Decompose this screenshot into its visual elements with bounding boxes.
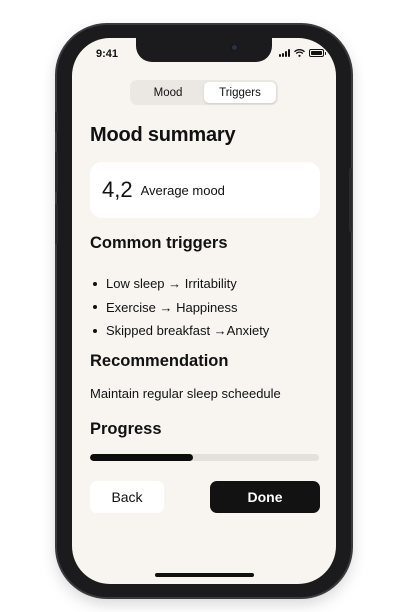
list-item: Skipped breakfast →Anxiety [90,319,269,343]
side-button-volume-down [55,204,58,244]
status-time: 9:41 [96,48,119,60]
bullet-icon [93,305,97,310]
triggers-list: Low sleep → Irritability Exercise → Happ… [90,272,269,343]
progress-fill [90,454,194,461]
status-icons [279,49,326,57]
list-item: Low sleep → Irritability [90,272,269,296]
bullet-icon [93,328,97,333]
done-button[interactable]: Done [210,481,320,513]
wifi-icon [294,49,305,57]
average-mood-label: Average mood [140,182,225,198]
app-screen: 9:41 Mood Triggers Mood summary 4,2 Aver… [72,38,336,584]
signal-icon [279,49,290,57]
front-camera [230,43,239,52]
trigger-text: Low sleep → Irritability [106,276,237,292]
tab-triggers[interactable]: Triggers [204,82,276,103]
back-button[interactable]: Back [90,481,164,513]
progress-heading: Progress [90,420,162,438]
notch [136,38,272,62]
triggers-heading: Common triggers [90,234,228,252]
side-button-power [349,168,352,232]
trigger-text: Exercise → Happiness [106,299,238,315]
average-mood-card: 4,2 Average mood [90,162,320,218]
bullet-icon [93,281,97,286]
home-indicator[interactable] [155,573,254,577]
recommendation-heading: Recommendation [90,352,229,370]
side-button-mute [55,112,58,132]
trigger-text: Skipped breakfast →Anxiety [106,323,270,339]
tab-mood[interactable]: Mood [132,82,204,103]
battery-icon [309,49,326,57]
average-mood-value: 4,2 [102,177,133,202]
side-button-volume-up [55,152,58,192]
recommendation-text: Maintain regular sleep scheedule [90,386,281,401]
progress-bar [90,454,319,461]
page-title: Mood summary [90,124,236,146]
segmented-control: Mood Triggers [130,80,278,105]
list-item: Exercise → Happiness [90,296,269,320]
